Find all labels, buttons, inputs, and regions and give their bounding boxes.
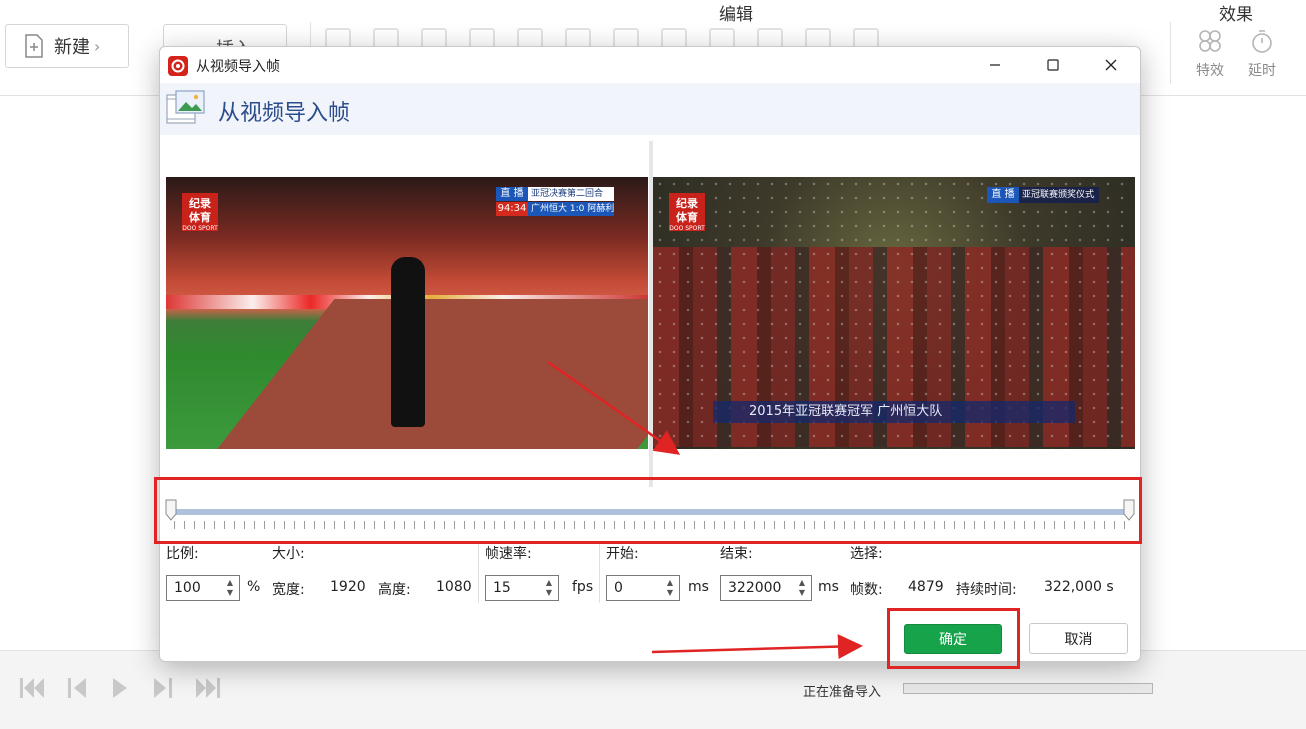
start-value: 0 (614, 580, 623, 596)
height-value: 1080 (436, 579, 472, 595)
spin-arrows-icon[interactable]: ▲ ▼ (225, 578, 235, 598)
next-frame-icon[interactable] (150, 674, 174, 706)
champion-banner: 2015年亚冠联赛冠军 广州恒大队 (713, 401, 1075, 423)
end-value: 322000 (728, 580, 782, 596)
import-frames-dialog: 从视频导入帧 从视频导入帧 纪录 体育 DOO SPORT 直 播 亚冠决赛第二… (159, 46, 1141, 662)
new-document-icon (25, 34, 43, 58)
maximize-icon (1047, 59, 1059, 71)
match-score: 广州恒大 1:0 阿赫利 (528, 202, 614, 216)
dialog-titlebar: 从视频导入帧 (160, 47, 1140, 83)
end-label: 结束: (720, 546, 753, 562)
app-logo-icon (168, 56, 188, 76)
playback-controls (18, 674, 222, 706)
window-title: 从视频导入帧 (196, 59, 280, 75)
start-unit: ms (688, 579, 709, 595)
ok-highlight-box (887, 608, 1020, 669)
width-value: 1920 (330, 579, 366, 595)
size-label: 大小: (272, 546, 305, 562)
section-title-effect: 效果 (1219, 5, 1253, 25)
fps-input[interactable]: 15 ▲ ▼ (485, 575, 559, 601)
fps-label: 帧速率: (485, 546, 532, 562)
last-frame-icon[interactable] (194, 674, 222, 706)
spin-arrows-icon[interactable]: ▲ ▼ (544, 578, 554, 598)
start-label: 开始: (606, 546, 639, 562)
chevron-right-icon: › (94, 36, 101, 56)
width-label: 宽度: (272, 582, 305, 598)
score-overlay: 直 播 亚冠决赛第二回合 94:34 广州恒大 1:0 阿赫利 (496, 187, 614, 217)
match-title: 亚冠决赛第二回合 (528, 187, 614, 201)
fps-unit: fps (572, 579, 594, 595)
start-frame-preview: 纪录 体育 DOO SPORT 直 播 亚冠决赛第二回合 94:34 广州恒大 … (166, 177, 648, 449)
cancel-button[interactable]: 取消 (1029, 623, 1128, 654)
scale-label: 比例: (166, 546, 199, 562)
new-button-label: 新建 (54, 37, 90, 58)
frames-label: 帧数: (850, 582, 883, 598)
controls-divider (599, 543, 600, 603)
fps-value: 15 (493, 580, 511, 596)
channel-logo-line1: 纪录 (676, 197, 698, 210)
timer-icon (1252, 30, 1272, 53)
stadium-scene (166, 177, 648, 449)
spin-arrows-icon[interactable]: ▲ ▼ (797, 578, 807, 598)
delay-button[interactable]: 延时 (1242, 28, 1282, 80)
import-status-text: 正在准备导入 (803, 685, 882, 700)
toolbar-divider (1170, 22, 1171, 84)
dialog-heading: 从视频导入帧 (218, 101, 351, 126)
controls-divider (478, 543, 479, 603)
height-label: 高度: (378, 582, 411, 598)
dialog-header: 从视频导入帧 (160, 83, 1140, 135)
minimize-icon (990, 64, 1000, 66)
duration-value: 322,000 s (1044, 579, 1114, 595)
selection-label: 选择: (850, 546, 883, 562)
scale-unit: % (247, 579, 261, 595)
spin-arrows-icon[interactable]: ▲ ▼ (665, 578, 675, 598)
section-title-edit: 编辑 (719, 5, 753, 25)
video-frame-icon (166, 90, 205, 124)
first-frame-icon[interactable] (18, 674, 46, 706)
import-progress-bar (903, 683, 1153, 694)
player-figure (391, 257, 425, 427)
minimize-button[interactable] (966, 47, 1024, 83)
ceremony-caption: 亚冠联赛颁奖仪式 (1019, 187, 1099, 203)
delay-label: 延时 (1248, 63, 1276, 79)
effects-label: 特效 (1196, 63, 1224, 79)
channel-logo: 纪录 体育 DOO SPORT (669, 193, 705, 232)
scale-input[interactable]: 100 ▲ ▼ (166, 575, 240, 601)
close-icon (1105, 59, 1117, 71)
effects-icon (1199, 30, 1221, 52)
live-label: 直 播 (987, 187, 1019, 203)
slider-highlight-box (154, 477, 1142, 544)
channel-logo-line2: 体育 (676, 211, 698, 224)
maximize-button[interactable] (1024, 47, 1082, 83)
end-frame-preview: 纪录 体育 DOO SPORT 直 播 亚冠联赛颁奖仪式 2015年亚冠联赛冠军… (653, 177, 1135, 449)
live-label: 直 播 (496, 187, 528, 201)
channel-logo-sub: DOO SPORT (182, 225, 218, 232)
ceremony-overlay: 直 播 亚冠联赛颁奖仪式 (987, 187, 1099, 203)
effects-button[interactable]: 特效 (1190, 28, 1230, 80)
start-input[interactable]: 0 ▲ ▼ (606, 575, 680, 601)
duration-label: 持续时间: (956, 582, 1017, 598)
channel-logo-line1: 纪录 (189, 197, 211, 210)
end-unit: ms (818, 579, 839, 595)
channel-logo-sub: DOO SPORT (669, 225, 705, 232)
previous-frame-icon[interactable] (66, 674, 90, 706)
close-button[interactable] (1082, 47, 1140, 83)
channel-logo-line2: 体育 (189, 211, 211, 224)
match-time: 94:34 (496, 202, 528, 216)
scale-value: 100 (174, 580, 201, 596)
play-icon[interactable] (110, 674, 130, 706)
new-button[interactable]: 新建 › (5, 24, 129, 68)
channel-logo: 纪录 体育 DOO SPORT (182, 193, 218, 232)
end-input[interactable]: 322000 ▲ ▼ (720, 575, 812, 601)
frames-value: 4879 (908, 579, 944, 595)
